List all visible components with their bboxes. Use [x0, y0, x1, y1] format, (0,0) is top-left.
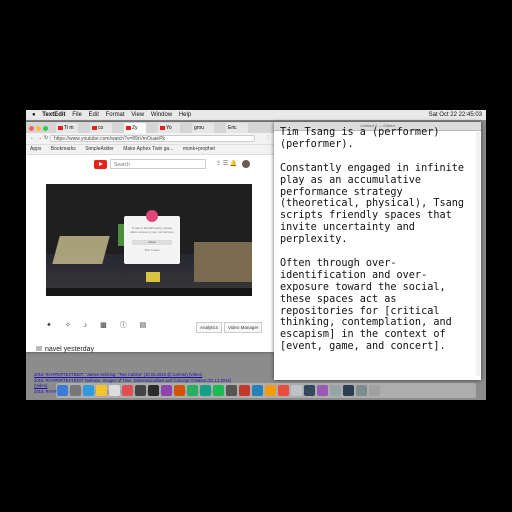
- annotation-icon[interactable]: ▩: [100, 321, 107, 329]
- zoom-icon[interactable]: [43, 126, 48, 131]
- subtitles-icon[interactable]: ▤: [140, 321, 147, 329]
- chrome-icon[interactable]: [96, 385, 107, 396]
- paragraph[interactable]: Often through over-identification and ov…: [280, 258, 472, 353]
- browser-tab[interactable]: grou: [192, 123, 214, 133]
- browser-menu-icon[interactable]: ⋮: [266, 133, 271, 144]
- app-icon[interactable]: [226, 385, 237, 396]
- bookmark-item[interactable]: monk+prophet: [183, 146, 215, 152]
- app-icon[interactable]: [278, 385, 289, 396]
- bookmark-item[interactable]: SimpleAdder: [85, 146, 114, 152]
- search-input[interactable]: Search: [110, 159, 206, 169]
- upload-icon[interactable]: ⇧ ☰ 🔔: [216, 160, 237, 167]
- music-icon[interactable]: ♪: [84, 322, 88, 329]
- youtube-icon: [126, 125, 131, 130]
- analytics-button[interactable]: Analytics: [196, 322, 223, 333]
- menu-window[interactable]: Window: [151, 112, 172, 118]
- minimize-icon[interactable]: [36, 126, 41, 131]
- cards-icon[interactable]: ⓘ: [120, 320, 127, 330]
- video-player[interactable]: to talk to MonkProphet, please allow acc…: [46, 184, 252, 296]
- youtube-icon: [160, 125, 165, 130]
- menu-app-name[interactable]: TextEdit: [42, 112, 65, 118]
- menu-file[interactable]: File: [72, 112, 82, 118]
- menu-help[interactable]: Help: [179, 112, 191, 118]
- launchpad-icon[interactable]: [70, 385, 81, 396]
- dismiss-link[interactable]: Don't show: [124, 248, 180, 252]
- app-icon[interactable]: [356, 385, 367, 396]
- youtube-icon: [92, 125, 97, 130]
- paragraph[interactable]: Tim Tsang is a (performer) (performer).: [280, 127, 472, 151]
- browser-tab[interactable]: Eric: [226, 123, 248, 133]
- app-icon[interactable]: [135, 385, 146, 396]
- microphone-icon: [146, 210, 158, 222]
- laptop-screen: ● TextEdit File Edit Format View Window …: [26, 110, 486, 400]
- app-icon[interactable]: [239, 385, 250, 396]
- video-title: navel yesterday: [36, 346, 94, 353]
- trash-icon[interactable]: [369, 385, 380, 396]
- bookmark-item[interactable]: Make Aphex Twin ga...: [123, 146, 173, 152]
- magic-wand-icon[interactable]: ✦: [46, 321, 52, 329]
- bookmark-item[interactable]: Apps: [30, 146, 41, 152]
- text-document[interactable]: Tim Tsang is a (performer) (performer). …: [280, 127, 472, 365]
- video-controls[interactable]: [46, 288, 252, 296]
- app-icon[interactable]: [161, 385, 172, 396]
- tab-strip: Ti m co Zy Yo grou Eric: [26, 122, 274, 133]
- browser-tab[interactable]: Yo: [158, 123, 180, 133]
- url-input[interactable]: https://www.youtube.com/watch?v=89rVmOua…: [50, 135, 255, 142]
- app-icon[interactable]: [200, 385, 211, 396]
- scene-performer: [194, 242, 252, 282]
- spotify-icon[interactable]: [213, 385, 224, 396]
- scene-block: [146, 272, 160, 282]
- menu-view[interactable]: View: [131, 112, 144, 118]
- app-icon[interactable]: [317, 385, 328, 396]
- youtube-header: Search ⇧ ☰ 🔔: [26, 155, 274, 173]
- allow-button[interactable]: Allow: [132, 240, 172, 245]
- apple-icon[interactable]: ●: [32, 112, 36, 118]
- enhance-icon[interactable]: ✧: [65, 321, 71, 329]
- browser-tab-active[interactable]: Zy: [124, 123, 146, 133]
- dock: [56, 383, 476, 398]
- menu-format[interactable]: Format: [106, 112, 125, 118]
- app-icon[interactable]: [304, 385, 315, 396]
- app-icon[interactable]: [330, 385, 341, 396]
- calendar-icon[interactable]: [109, 385, 120, 396]
- finder-icon[interactable]: [57, 385, 68, 396]
- app-icon[interactable]: [291, 385, 302, 396]
- playlist-icon: [36, 346, 42, 351]
- youtube-icon: [58, 125, 63, 130]
- photo-frame: { "menubar": { "app": "TextEdit", "items…: [0, 0, 512, 512]
- close-icon[interactable]: [29, 126, 34, 131]
- bookmark-item[interactable]: Bookmarks: [51, 146, 76, 152]
- app-icon[interactable]: [187, 385, 198, 396]
- menu-clock[interactable]: Sat Oct 22 22:45:03: [429, 110, 482, 120]
- bookmarks-bar: Apps Bookmarks SimpleAdder Make Aphex Tw…: [26, 145, 274, 155]
- video-manager-button[interactable]: Video Manager: [224, 322, 263, 333]
- scrollbar[interactable]: [476, 132, 480, 376]
- browser-tab[interactable]: co: [90, 123, 112, 133]
- menu-edit[interactable]: Edit: [89, 112, 99, 118]
- browser-tab[interactable]: Ti m: [56, 123, 78, 133]
- address-bar-row: ←→↻ https://www.youtube.com/watch?v=89rV…: [26, 133, 274, 145]
- youtube-logo[interactable]: [94, 160, 107, 169]
- app-icon[interactable]: [148, 385, 159, 396]
- app-icon[interactable]: [343, 385, 354, 396]
- scene-block: [52, 236, 110, 264]
- avatar[interactable]: [242, 160, 250, 168]
- app-icon[interactable]: [265, 385, 276, 396]
- dialog-text: to talk to MonkProphet, please allow acc…: [130, 226, 174, 234]
- app-icon[interactable]: [174, 385, 185, 396]
- photos-icon[interactable]: [122, 385, 133, 396]
- nav-arrows-icon[interactable]: ←→↻: [30, 133, 50, 144]
- paragraph[interactable]: Constantly engaged in infinite play as a…: [280, 163, 472, 246]
- app-icon[interactable]: [252, 385, 263, 396]
- mic-permission-dialog: to talk to MonkProphet, please allow acc…: [124, 210, 180, 264]
- menu-bar: ● TextEdit File Edit Format View Window …: [26, 110, 486, 120]
- safari-icon[interactable]: [83, 385, 94, 396]
- textedit-window: Untitled 2 — Edited Tim Tsang is a (perf…: [274, 122, 481, 380]
- browser-window: Ti m co Zy Yo grou Eric ←→↻ https://www.…: [26, 122, 274, 353]
